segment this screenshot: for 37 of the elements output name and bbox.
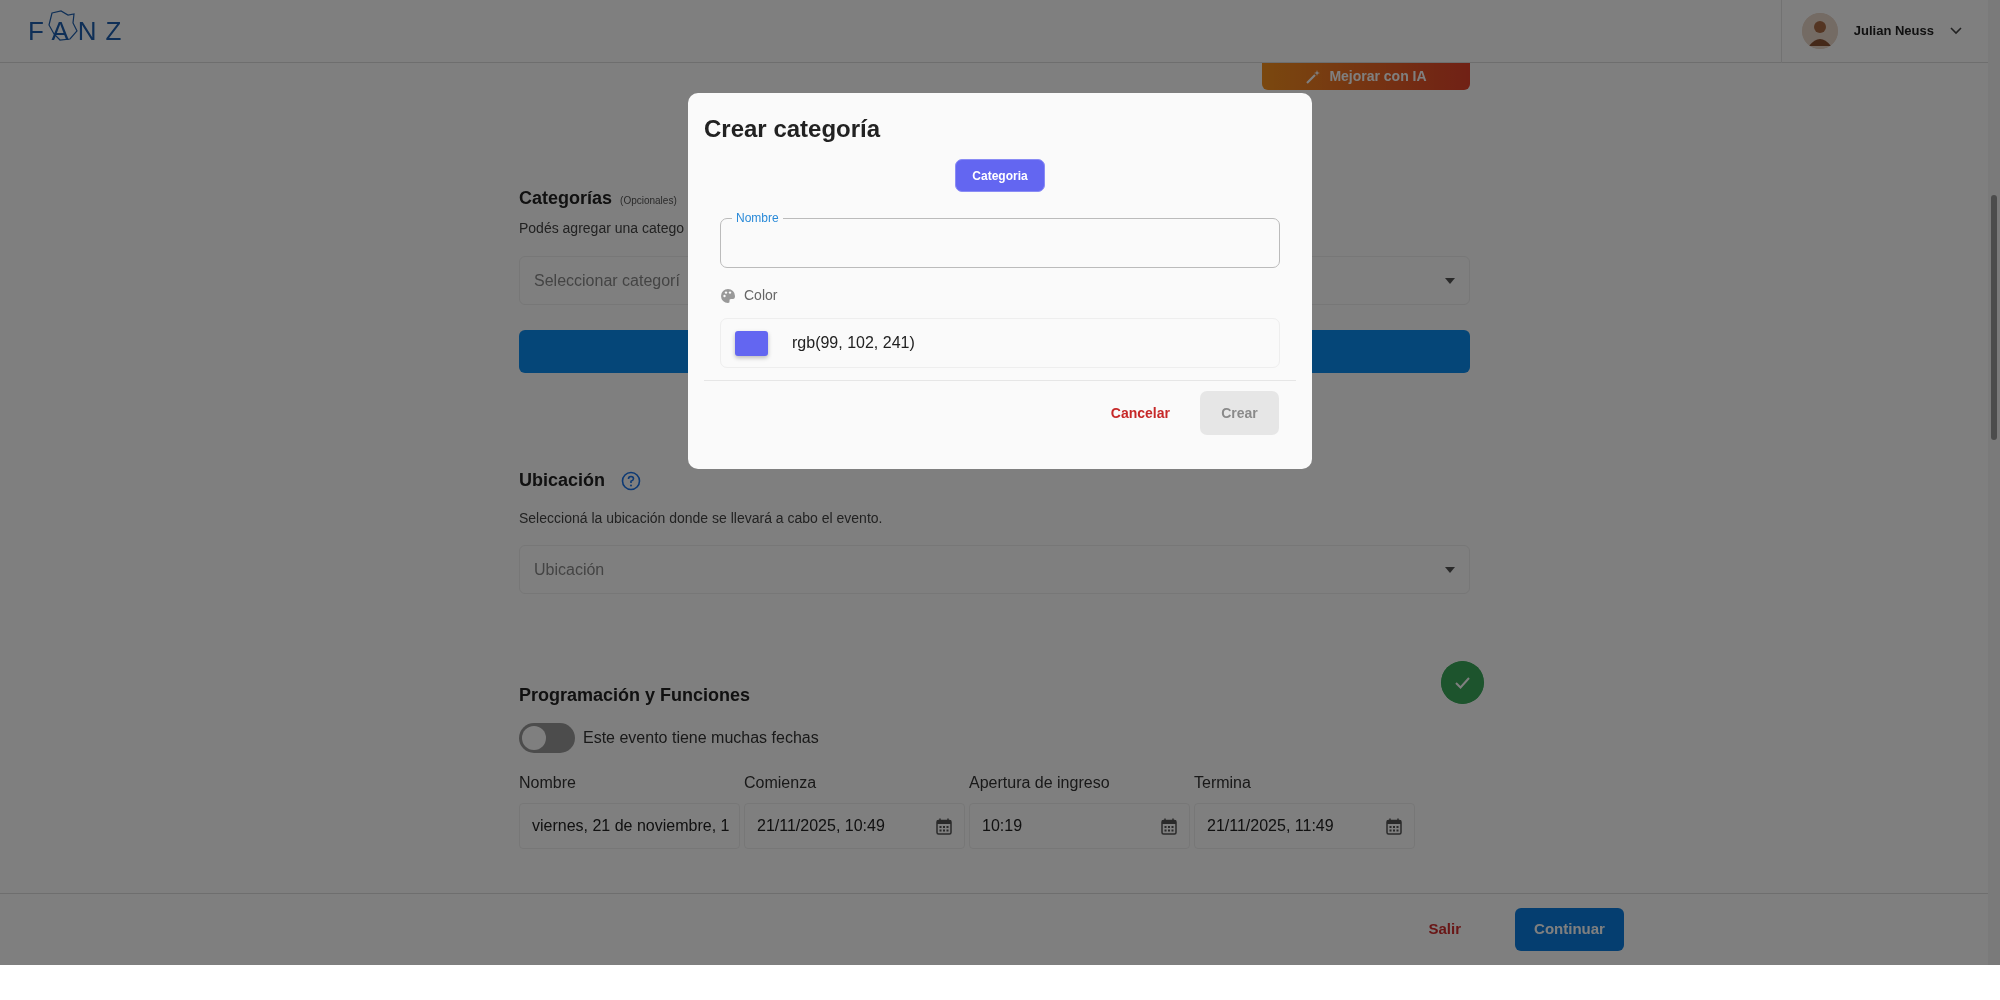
text-input-field[interactable]: viernes, 21 de noviembre, 1 bbox=[519, 803, 740, 849]
continue-button[interactable]: Continuar bbox=[1515, 908, 1624, 951]
field-label: Nombre bbox=[519, 773, 577, 793]
exit-link[interactable]: Salir bbox=[1422, 917, 1467, 942]
section-description: Podés agregar una catego bbox=[519, 219, 684, 238]
help-icon[interactable] bbox=[621, 470, 642, 491]
section-description: Seleccioná la ubicación donde se llevará a cabo el evento. bbox=[519, 509, 884, 528]
calendar-icon[interactable] bbox=[1161, 817, 1177, 835]
date-input-field[interactable]: 10:19 bbox=[969, 803, 1190, 849]
user-name[interactable]: Julian Neuss bbox=[1853, 21, 1934, 41]
section-title: Programación y Funciones bbox=[519, 684, 751, 707]
optional-note: (Opcionales) bbox=[620, 194, 677, 208]
color-picker-field[interactable]: rgb(99, 102, 241) bbox=[720, 318, 1280, 368]
field-label: Comienza bbox=[744, 773, 818, 793]
section-title: Categorías bbox=[519, 187, 613, 210]
chevron-down-icon[interactable] bbox=[1950, 27, 1962, 35]
caret-icon bbox=[1445, 566, 1455, 573]
category-chip[interactable]: Categoria bbox=[955, 159, 1045, 192]
location-select[interactable]: Ubicación bbox=[519, 545, 1470, 594]
calendar-icon[interactable] bbox=[936, 817, 952, 835]
palette-icon bbox=[720, 287, 736, 304]
modal-title: Crear categoría bbox=[704, 114, 882, 144]
color-swatch[interactable] bbox=[735, 330, 768, 356]
toggle-label: Este evento tiene muchas fechas bbox=[583, 728, 819, 748]
date-input-field[interactable]: 21/11/2025, 10:49 bbox=[744, 803, 965, 849]
scrollbar-thumb[interactable] bbox=[1991, 195, 1997, 440]
field-label: Termina bbox=[1194, 773, 1252, 793]
cancel-button[interactable]: Cancelar bbox=[1104, 401, 1176, 425]
field-label: Apertura de ingreso bbox=[969, 773, 1111, 793]
improve-ai-button[interactable]: Mejorar con IA bbox=[1262, 63, 1470, 90]
date-input-field[interactable]: 21/11/2025, 11:49 bbox=[1194, 803, 1415, 849]
caret-icon bbox=[1445, 277, 1455, 284]
calendar-icon[interactable] bbox=[1386, 817, 1402, 835]
section-title: Ubicación bbox=[519, 469, 606, 492]
name-input-field[interactable]: Nombre bbox=[720, 211, 1280, 268]
toggle-switch[interactable] bbox=[519, 723, 575, 753]
color-label: Color bbox=[744, 286, 778, 305]
